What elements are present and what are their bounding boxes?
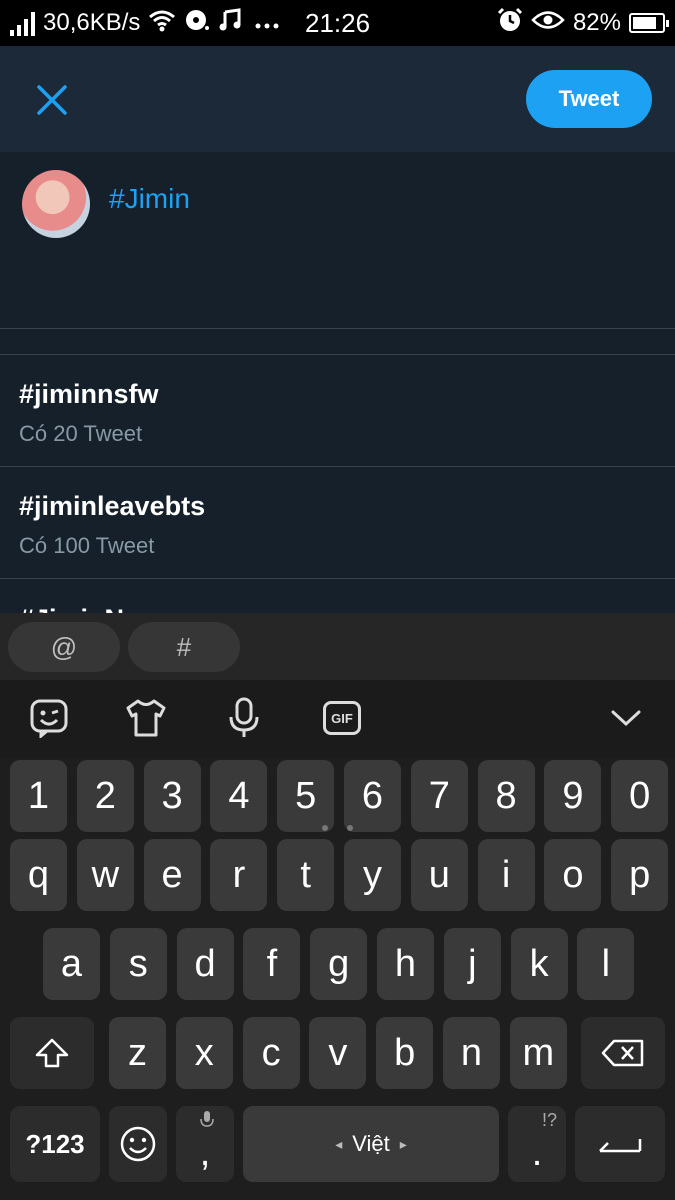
emoji-icon (120, 1126, 156, 1162)
more-dots-icon (254, 9, 280, 37)
gif-label: GIF (323, 701, 361, 735)
number-key[interactable]: 0 (611, 760, 669, 832)
backspace-key[interactable] (581, 1017, 665, 1089)
shift-icon (35, 1038, 69, 1068)
keyboard: @ # GIF 1234567890 qwertyuiop asdfghjkl zxc… (0, 613, 675, 1200)
network-speed: 30,6KB/s (43, 9, 141, 36)
number-key[interactable]: 2 (76, 760, 134, 832)
music-note-icon (218, 7, 242, 39)
enter-key[interactable] (575, 1106, 665, 1182)
suggestion-item[interactable]: #jiminleavebts Có 100 Tweet (0, 467, 675, 579)
space-label-wrap: ◂ Việt ▸ (335, 1131, 407, 1157)
letter-key[interactable]: h (377, 928, 434, 1000)
number-key[interactable]: 1 (10, 760, 67, 832)
letter-key[interactable]: a (43, 928, 100, 1000)
letter-key[interactable]: x (175, 1017, 233, 1089)
period-label: . (531, 1131, 543, 1174)
emoji-key[interactable] (109, 1106, 167, 1182)
letter-key[interactable]: e (143, 839, 201, 911)
comma-key[interactable]: , (176, 1106, 234, 1182)
letter-key[interactable]: t (277, 839, 335, 911)
letter-key[interactable]: c (242, 1017, 300, 1089)
number-key[interactable]: 5 (277, 760, 335, 832)
symbols-key[interactable]: ?123 (10, 1106, 100, 1182)
letter-key[interactable]: d (176, 928, 234, 1000)
suggestion-item[interactable]: #jiminnsfw Có 20 Tweet (0, 355, 675, 467)
battery-percent: 82% (572, 9, 621, 36)
tweet-button[interactable]: Tweet (526, 70, 652, 128)
spacer (0, 329, 675, 354)
letter-key[interactable]: f (243, 928, 301, 1000)
page-dots (322, 825, 353, 831)
backspace-icon (601, 1039, 644, 1067)
comma-label: , (199, 1131, 211, 1174)
letter-key[interactable]: g (310, 928, 368, 1000)
period-key[interactable]: !? . (508, 1106, 566, 1182)
number-key[interactable]: 4 (210, 760, 268, 832)
mic-hint-icon (200, 1110, 214, 1135)
chevron-down-icon[interactable] (602, 694, 650, 742)
suggestion-count: Có 20 Tweet (19, 421, 143, 446)
wifi-icon (148, 8, 176, 39)
letter-key[interactable]: b (376, 1017, 434, 1089)
letter-key[interactable]: o (544, 839, 602, 911)
suggestion-tag: #JiminN (19, 604, 124, 613)
letter-key[interactable]: s (109, 928, 167, 1000)
close-icon (37, 85, 67, 115)
left-arrow-icon: ◂ (335, 1135, 343, 1152)
avatar (22, 170, 90, 238)
suggestion-item[interactable]: #JiminN (0, 580, 675, 613)
alarm-icon (497, 7, 523, 40)
gif-icon[interactable]: GIF (318, 694, 366, 742)
signal-icon (10, 10, 35, 36)
hash-chip[interactable]: # (128, 622, 240, 672)
compose-header: Tweet (0, 46, 675, 152)
letter-key[interactable]: w (76, 839, 134, 911)
sticker-icon[interactable] (25, 694, 73, 742)
status-bar: 30,6KB/s 21:26 82% (0, 0, 675, 46)
battery-icon (629, 13, 669, 33)
status-right: 82% (497, 7, 669, 40)
letter-key[interactable]: l (577, 928, 635, 1000)
compose-area: #Jimin (0, 152, 675, 328)
letter-key[interactable]: u (410, 839, 468, 911)
keyboard-toolbar: GIF (0, 680, 675, 758)
microphone-icon[interactable] (220, 694, 268, 742)
letter-key[interactable]: v (309, 1017, 367, 1089)
status-left: 30,6KB/s (10, 7, 280, 39)
shift-key[interactable] (10, 1017, 94, 1089)
keyboard-chip-bar: @ # (0, 613, 675, 680)
number-key[interactable]: 6 (344, 760, 401, 832)
theme-shirt-icon[interactable] (122, 694, 170, 742)
number-key[interactable]: 7 (410, 760, 468, 832)
number-key[interactable]: 8 (477, 760, 535, 832)
letter-key[interactable]: y (344, 839, 401, 911)
space-label: Việt (352, 1131, 390, 1156)
suggestion-tag: #jiminnsfw (19, 379, 159, 409)
at-chip[interactable]: @ (8, 622, 120, 672)
letter-key[interactable]: p (611, 839, 669, 911)
enter-icon (599, 1139, 642, 1153)
number-key[interactable]: 9 (544, 760, 602, 832)
letter-key[interactable]: q (10, 839, 67, 911)
letter-key[interactable]: z (109, 1017, 166, 1089)
letter-key[interactable]: i (477, 839, 535, 911)
letter-key[interactable]: n (443, 1017, 500, 1089)
period-hint: !? (542, 1110, 558, 1130)
close-button[interactable] (26, 74, 78, 126)
letter-key[interactable]: j (443, 928, 501, 1000)
number-key[interactable]: 3 (143, 760, 201, 832)
right-arrow-icon: ▸ (399, 1135, 407, 1152)
eye-icon (531, 9, 565, 38)
letter-key[interactable]: k (510, 928, 568, 1000)
space-key[interactable]: ◂ Việt ▸ (243, 1106, 499, 1182)
letter-key[interactable]: m (509, 1017, 567, 1089)
clock: 21:26 (305, 8, 371, 38)
compose-input[interactable]: #Jimin (109, 183, 190, 215)
suggestion-count: Có 100 Tweet (19, 533, 155, 558)
letter-key[interactable]: r (210, 839, 268, 911)
suggestion-tag: #jiminleavebts (19, 491, 206, 521)
music-disc-icon (184, 8, 210, 39)
